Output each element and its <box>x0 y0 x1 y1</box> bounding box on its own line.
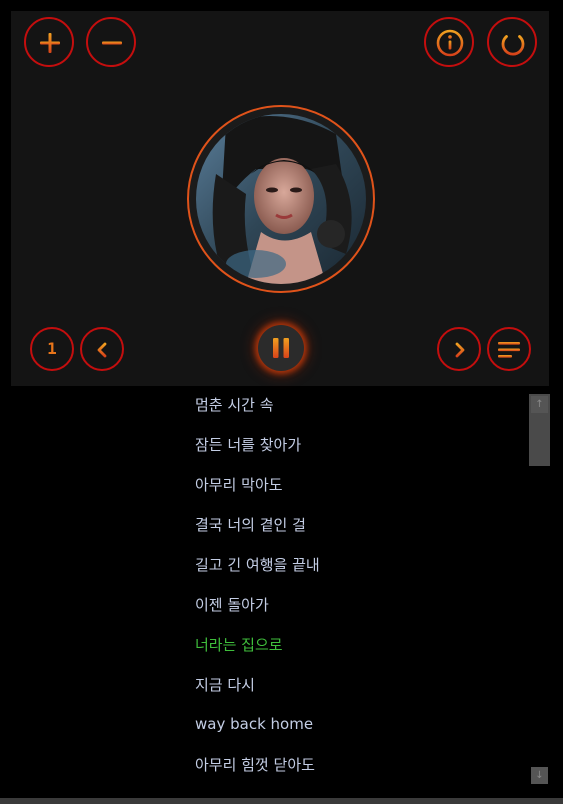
lyric-line: 지금 다시 <box>195 676 255 694</box>
album-art <box>187 105 375 293</box>
minus-icon <box>102 41 122 45</box>
playlist-button[interactable] <box>487 327 531 371</box>
lyric-line-current: 너라는 집으로 <box>195 636 283 654</box>
plus-icon <box>40 33 60 53</box>
chevron-right-icon <box>455 342 465 358</box>
lyric-line: 이젠 돌아가 <box>195 596 269 614</box>
pause-icon <box>273 338 289 358</box>
lyric-line: 잠든 너를 찾아가 <box>195 436 302 454</box>
scroll-up-arrow-icon[interactable]: ↑ <box>531 396 548 413</box>
lyrics-scrollbar[interactable]: ↑ ↓ <box>529 394 550 787</box>
album-cover-image <box>196 114 366 284</box>
volume-down-button[interactable] <box>86 17 136 67</box>
power-icon <box>501 29 525 56</box>
lyric-line: 결국 너의 곁인 걸 <box>195 516 306 534</box>
power-button[interactable] <box>487 17 537 67</box>
list-icon <box>498 342 520 358</box>
repeat-one-button[interactable]: 1 <box>30 327 74 371</box>
window-bottom-edge <box>0 798 563 804</box>
lyrics-list[interactable]: 멈춘 시간 속 잠든 너를 찾아가 아무리 막아도 결국 너의 곁인 걸 길고 … <box>0 388 528 798</box>
player-panel: 1 <box>11 11 549 386</box>
next-button[interactable] <box>437 327 481 371</box>
info-icon <box>436 29 464 57</box>
chevron-left-icon <box>97 342 107 358</box>
lyric-line: 길고 긴 여행을 끝내 <box>195 556 320 574</box>
music-player-window: 1 멈춘 시간 속 잠든 너를 찾아가 아무리 막아도 결국 너의 곁인 걸 길… <box>0 0 563 804</box>
pause-button[interactable] <box>258 325 304 371</box>
lyric-line: 아무리 힘껏 닫아도 <box>195 756 315 774</box>
scroll-down-arrow-icon[interactable]: ↓ <box>531 767 548 784</box>
previous-button[interactable] <box>80 327 124 371</box>
info-button[interactable] <box>424 17 474 67</box>
repeat-one-label: 1 <box>47 339 57 358</box>
lyric-line: 아무리 막아도 <box>195 476 283 494</box>
lyric-line: way back home <box>195 715 314 733</box>
volume-up-button[interactable] <box>24 17 74 67</box>
lyric-line: 멈춘 시간 속 <box>195 396 274 414</box>
